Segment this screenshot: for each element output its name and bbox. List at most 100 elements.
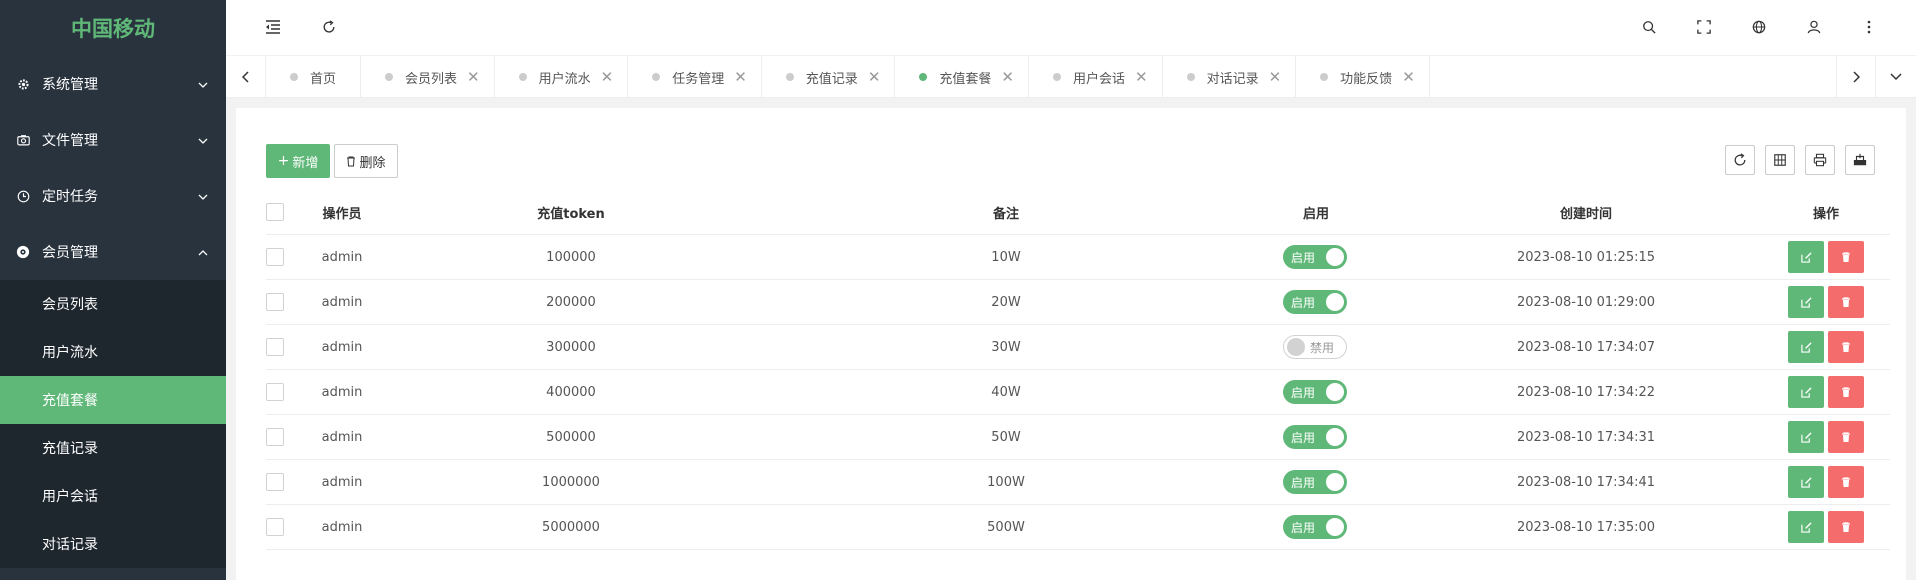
row-checkbox[interactable] — [266, 338, 284, 356]
delete-row-button[interactable] — [1828, 511, 1864, 543]
cell-operator: admin — [321, 429, 363, 445]
edit-button[interactable] — [1788, 376, 1824, 408]
toggle-label: 启用 — [1291, 385, 1316, 400]
sidebar-group-label: 系统管理 — [42, 77, 98, 93]
recharge-package-table: 操作员 充值token 备注 启用 创建时间 操作 admin 100000 10W… — [266, 190, 1890, 550]
plus-icon: + — [277, 153, 290, 169]
tab-dot — [1052, 73, 1061, 81]
sidebar-item-chat-records[interactable]: 对话记录 — [0, 520, 226, 568]
cell-token: 300000 — [546, 339, 596, 355]
row-checkbox[interactable] — [266, 293, 284, 311]
edit-button[interactable] — [1788, 286, 1824, 318]
tab-label: 对话记录 — [1206, 71, 1259, 87]
close-icon[interactable]: ✕ — [734, 69, 747, 85]
cell-token: 5000000 — [542, 519, 600, 535]
sidebar-item-member-list[interactable]: 会员列表 — [0, 280, 226, 328]
tab-dot — [1320, 73, 1329, 81]
close-icon[interactable]: ✕ — [1269, 69, 1282, 85]
enabled-toggle[interactable]: 启用 — [1283, 380, 1347, 404]
enabled-toggle[interactable]: 启用 — [1283, 425, 1347, 449]
row-checkbox[interactable] — [266, 428, 284, 446]
row-checkbox[interactable] — [266, 473, 284, 491]
close-icon[interactable]: ✕ — [467, 69, 480, 85]
edit-button[interactable] — [1788, 511, 1824, 543]
toggle-knob — [1326, 383, 1344, 401]
menu-fold-icon[interactable] — [262, 16, 284, 38]
more-vertical-icon[interactable] — [1858, 16, 1880, 38]
sidebar-item-user-flow[interactable]: 用户流水 — [0, 328, 226, 376]
row-checkbox[interactable] — [266, 518, 284, 536]
trash-icon — [1842, 251, 1850, 262]
fullscreen-icon[interactable] — [1693, 16, 1715, 38]
tab-user-flow[interactable]: 用户流水 ✕ — [495, 56, 629, 98]
toggle-label: 启用 — [1291, 430, 1316, 445]
tab-scroll-right-icon[interactable] — [1836, 56, 1876, 98]
print-icon[interactable] — [1805, 145, 1835, 175]
edit-button[interactable] — [1788, 466, 1824, 498]
sidebar-group-system[interactable]: 系统管理 — [0, 56, 226, 112]
close-icon[interactable]: ✕ — [1402, 69, 1415, 85]
tab-user-sessions[interactable]: 用户会话 ✕ — [1029, 56, 1163, 98]
add-button[interactable]: + 新增 — [266, 144, 330, 178]
column-filter-icon[interactable] — [1765, 145, 1795, 175]
tab-dot — [1186, 73, 1195, 81]
delete-row-button[interactable] — [1828, 421, 1864, 453]
tab-label: 充值记录 — [805, 71, 858, 87]
enabled-toggle[interactable]: 启用 — [1283, 470, 1347, 494]
enabled-toggle[interactable]: 禁用 — [1283, 335, 1347, 359]
row-checkbox[interactable] — [266, 248, 284, 266]
logo: 中国移动 — [0, 0, 226, 56]
close-icon[interactable]: ✕ — [601, 69, 614, 85]
toggle-knob — [1326, 293, 1344, 311]
delete-row-button[interactable] — [1828, 331, 1864, 363]
edit-button[interactable] — [1788, 241, 1824, 273]
toggle-label: 启用 — [1291, 250, 1316, 265]
sidebar-item-user-sessions[interactable]: 用户会话 — [0, 472, 226, 520]
export-icon[interactable] — [1845, 145, 1875, 175]
close-icon[interactable]: ✕ — [868, 69, 881, 85]
sidebar-item-recharge-package[interactable]: 充值套餐 — [0, 376, 226, 424]
search-icon[interactable] — [1638, 16, 1660, 38]
delete-row-button[interactable] — [1828, 241, 1864, 273]
delete-row-button[interactable] — [1828, 466, 1864, 498]
trash-icon — [346, 156, 356, 167]
enabled-toggle[interactable]: 启用 — [1283, 515, 1347, 539]
delete-row-button[interactable] — [1828, 286, 1864, 318]
tab-chat-records[interactable]: 对话记录 ✕ — [1163, 56, 1297, 98]
sidebar-item-recharge-records[interactable]: 充值记录 — [0, 424, 226, 472]
cell-token: 1000000 — [542, 474, 600, 490]
tab-member-list[interactable]: 会员列表 ✕ — [361, 56, 495, 98]
edit-button[interactable] — [1788, 331, 1824, 363]
tab-feedback[interactable]: 功能反馈 ✕ — [1296, 56, 1430, 98]
cell-operator: admin — [321, 249, 363, 265]
table-refresh-icon[interactable] — [1725, 145, 1755, 175]
cell-note: 500W — [987, 519, 1025, 535]
sidebar-group-members[interactable]: 会员管理 — [0, 224, 226, 280]
globe-icon[interactable] — [1748, 16, 1770, 38]
tab-task-management[interactable]: 任务管理 ✕ — [628, 56, 762, 98]
sidebar-group-scheduled[interactable]: 定时任务 — [0, 168, 226, 224]
delete-row-button[interactable] — [1828, 376, 1864, 408]
tab-menu-chevron-icon[interactable] — [1876, 56, 1916, 98]
tab-label: 用户流水 — [538, 71, 591, 87]
user-icon[interactable] — [1803, 16, 1825, 38]
toggle-knob — [1326, 248, 1344, 266]
tab-home[interactable]: 首页 — [266, 56, 362, 98]
edit-icon — [1800, 341, 1812, 353]
refresh-icon[interactable] — [318, 16, 340, 38]
close-icon[interactable]: ✕ — [1001, 69, 1014, 85]
edit-button[interactable] — [1788, 421, 1824, 453]
toggle-label: 禁用 — [1310, 340, 1335, 355]
enabled-toggle[interactable]: 启用 — [1283, 290, 1347, 314]
trash-icon — [1842, 386, 1850, 397]
sidebar-group-files[interactable]: 文件管理 — [0, 112, 226, 168]
tab-recharge-package[interactable]: 充值套餐 ✕ — [895, 56, 1029, 98]
tab-scroll-left-icon[interactable] — [226, 56, 266, 98]
delete-button[interactable]: 删除 — [334, 144, 398, 178]
row-checkbox[interactable] — [266, 383, 284, 401]
enabled-toggle[interactable]: 启用 — [1283, 245, 1347, 269]
tab-recharge-records[interactable]: 充值记录 ✕ — [762, 56, 896, 98]
close-icon[interactable]: ✕ — [1135, 69, 1148, 85]
tab-dot — [290, 73, 298, 81]
select-all-checkbox[interactable] — [266, 203, 284, 221]
